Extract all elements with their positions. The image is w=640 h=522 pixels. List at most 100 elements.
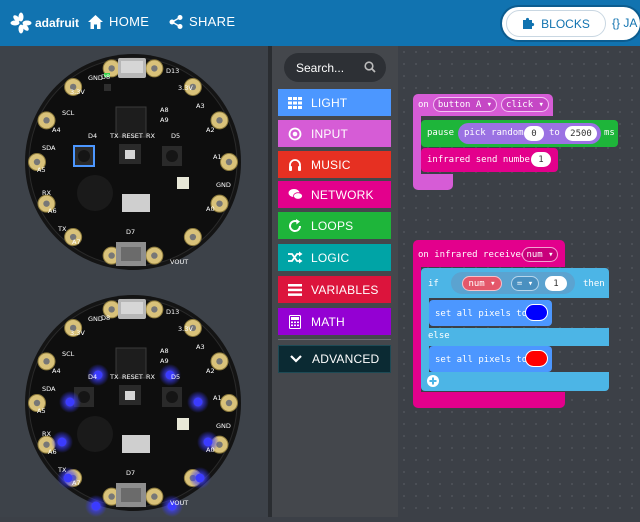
toolbox-category-variables[interactable]: VARIABLES — [278, 276, 391, 303]
pin-label: VOUT — [170, 258, 188, 266]
home-button[interactable]: HOME — [88, 14, 149, 29]
infrared-send-value[interactable]: 1 — [531, 152, 551, 167]
neopixel-led — [65, 397, 75, 407]
button-dropdown[interactable]: button A ▾ — [433, 97, 497, 112]
pin-label: A1 — [213, 153, 222, 161]
pin-label: A9 — [160, 116, 169, 124]
pin-label: A3 — [196, 343, 205, 351]
editor-toggle: BLOCKS {} JA — [502, 7, 640, 40]
pin-hole — [33, 399, 41, 407]
toolbox-category-advanced[interactable]: ADVANCED — [278, 345, 391, 373]
board-bottom[interactable]: D8D133.3VA3A2A1GNDA0VOUTD7A7TXA6RXA5SDAA… — [25, 295, 241, 517]
share-button[interactable]: SHARE — [169, 14, 235, 29]
category-label: LOGIC — [311, 250, 350, 265]
compare-value-input[interactable]: 1 — [545, 276, 567, 291]
pin-hole — [108, 65, 115, 72]
pin-hole — [151, 65, 158, 72]
pin-hole — [216, 358, 223, 365]
pin-label: TX — [57, 466, 67, 474]
home-label: HOME — [109, 14, 150, 29]
pin-label: D7 — [126, 228, 135, 236]
pin-label: A1 — [213, 394, 222, 402]
neopixel-led — [91, 501, 101, 511]
pin-label: D4 — [88, 132, 97, 140]
toolbox-category-math[interactable]: MATH — [278, 308, 391, 335]
pin-label: VOUT — [170, 499, 188, 507]
pin-label: RX — [42, 430, 52, 438]
board-top[interactable]: D8D133.3VA3A2A1GNDA0VOUTD7A7TXA6RXA5SDAA… — [25, 54, 241, 270]
pin-hole — [151, 252, 158, 259]
toolbox-category-music[interactable]: MUSIC — [278, 151, 391, 178]
infrared-received-label: on infrared received — [418, 250, 527, 260]
random-from-input[interactable]: 0 — [524, 126, 544, 141]
operator-dropdown[interactable]: = ▾ — [511, 276, 539, 291]
pin-label: TX — [109, 373, 119, 381]
blocks-tab[interactable]: BLOCKS — [506, 10, 606, 37]
toolbox-category-input[interactable]: INPUT — [278, 120, 391, 147]
category-label: LIGHT — [311, 95, 348, 110]
if-var-dropdown[interactable]: num ▾ — [462, 276, 502, 291]
set-pixels-label-1: set all pixels to — [435, 309, 528, 319]
pin-label: D13 — [166, 308, 179, 316]
blocks-label: BLOCKS — [541, 16, 590, 31]
to-label: to — [549, 128, 560, 138]
then-label: then — [583, 279, 605, 289]
pin-hole — [225, 399, 233, 407]
add-icon[interactable] — [426, 374, 440, 388]
pin-label: RX — [146, 373, 156, 381]
share-icon — [169, 14, 183, 29]
pin-label: GND — [216, 181, 231, 189]
pin-hole — [151, 306, 158, 313]
list-icon — [287, 282, 303, 298]
pin-label: A8 — [160, 106, 169, 114]
pin-label: A9 — [160, 357, 169, 365]
pick-random-label: pick random — [464, 128, 524, 138]
pin-label: A6 — [48, 448, 57, 456]
ms-label: ms — [604, 128, 615, 138]
pin-label: A4 — [52, 367, 61, 375]
pin-hole — [108, 306, 115, 313]
pin-label: 3.3V — [70, 88, 85, 96]
neopixel-led — [193, 397, 203, 407]
javascript-tab[interactable]: {} JA — [612, 16, 637, 30]
toolbox-category-logic[interactable]: LOGIC — [278, 244, 391, 271]
toolbox-search-input[interactable]: Search... — [284, 53, 386, 82]
flower-icon — [10, 12, 32, 34]
pin-label: GND — [216, 422, 231, 430]
simulator-panel: D8 D13 3.3V A3 A2 A1 GND A0 VOUT D7 A7 TX A6 RX A5 SDA A… — [0, 46, 268, 517]
action-dropdown[interactable]: click ▾ — [501, 97, 549, 112]
pin-label: D7 — [126, 469, 135, 477]
infrared-send-label: infrared send number — [427, 155, 536, 165]
toolbox-separator — [278, 339, 391, 340]
toolbox-category-light[interactable]: LIGHT — [278, 89, 391, 116]
received-var-dropdown[interactable]: num ▾ — [522, 247, 558, 262]
pin-hole — [33, 158, 41, 166]
toolbox-category-network[interactable]: NETWORK — [278, 181, 391, 208]
color-swatch-blue[interactable] — [525, 304, 548, 321]
toolbox-category-loops[interactable]: LOOPS — [278, 212, 391, 239]
search-placeholder: Search... — [296, 60, 345, 75]
pin-label: RESET — [122, 373, 143, 381]
pin-label: RX — [146, 132, 156, 140]
pin-hole — [43, 441, 50, 448]
headphones-icon — [287, 157, 303, 173]
pin-label: SDA — [42, 385, 56, 393]
color-swatch-red[interactable] — [525, 350, 548, 367]
pin-label: TX — [109, 132, 119, 140]
adafruit-logo[interactable]: adafruit — [10, 12, 79, 34]
home-icon — [88, 14, 103, 29]
pin-label: TX — [57, 225, 67, 233]
puzzle-icon — [523, 17, 535, 29]
pin-label: 3.3V — [178, 84, 193, 92]
chat-icon — [287, 187, 303, 203]
pin-hole — [108, 493, 115, 500]
category-label: LOOPS — [311, 218, 354, 233]
pin-hole — [43, 117, 50, 124]
random-to-input[interactable]: 2500 — [565, 126, 597, 141]
pin-hole — [216, 200, 223, 207]
circuit-playground-boards[interactable]: D8D133.3VA3A2A1GNDA0VOUTD7A7TXA6RXA5SDAA… — [0, 46, 268, 517]
pin-label: A8 — [160, 347, 169, 355]
pin-label: A5 — [37, 407, 46, 415]
pin-label: GND — [88, 74, 103, 82]
share-label: SHARE — [189, 14, 236, 29]
